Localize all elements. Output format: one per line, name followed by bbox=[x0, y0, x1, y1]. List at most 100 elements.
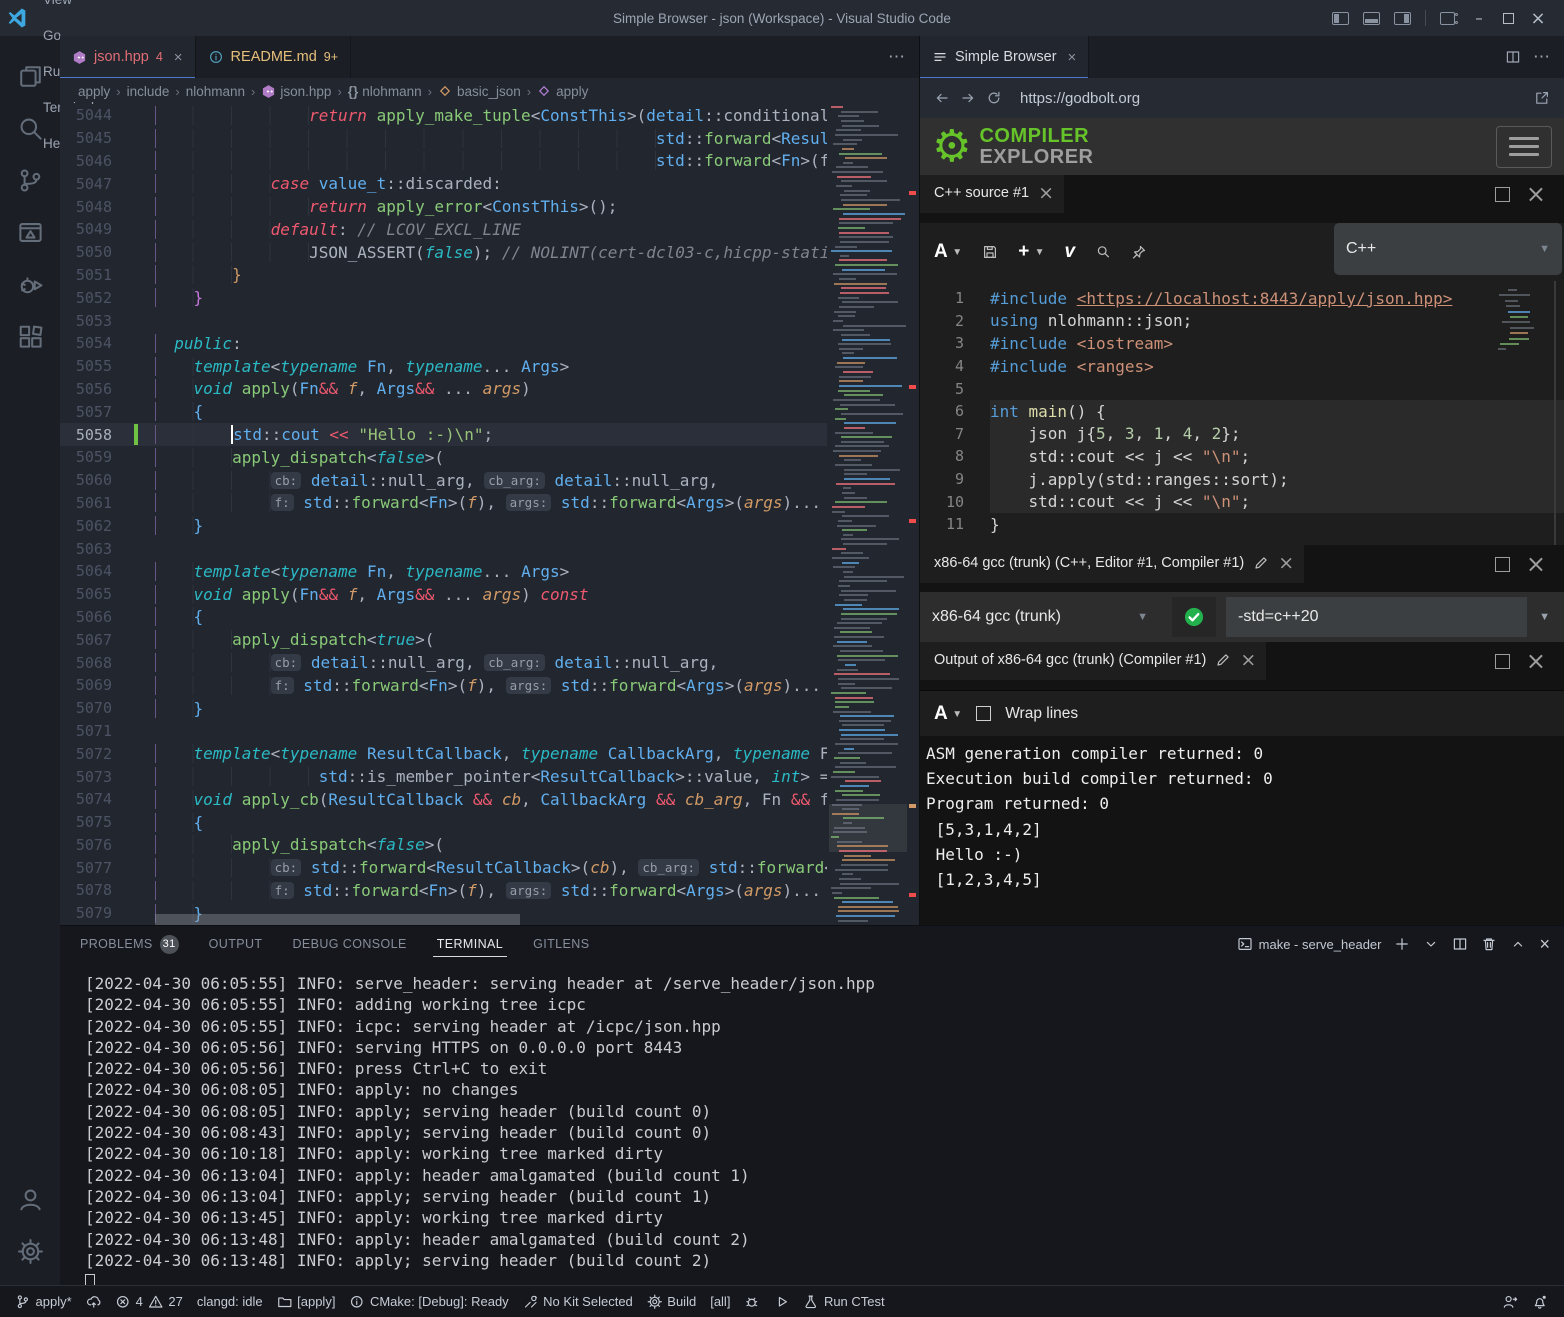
panel-tab-output[interactable]: OUTPUT bbox=[205, 926, 267, 962]
split-editor-icon[interactable] bbox=[1505, 49, 1521, 65]
cmake-folder-item[interactable]: [apply] bbox=[270, 1286, 343, 1317]
maximize-pane-icon[interactable] bbox=[1495, 187, 1510, 202]
cmake-kit-item[interactable]: No Kit Selected bbox=[516, 1286, 640, 1317]
reload-icon[interactable] bbox=[986, 90, 1002, 106]
more-actions-icon[interactable]: ⋯ bbox=[1533, 47, 1550, 67]
minimap[interactable] bbox=[829, 104, 907, 925]
settings-gear-icon[interactable] bbox=[6, 1225, 54, 1277]
extensions-icon[interactable] bbox=[6, 310, 54, 362]
breadcrumb-item[interactable]: include bbox=[127, 84, 170, 99]
notifications-item[interactable] bbox=[1525, 1294, 1555, 1310]
tab-json-hpp[interactable]: json.hpp 4 × bbox=[60, 36, 196, 78]
shortcut-icon[interactable] bbox=[1131, 244, 1147, 260]
terminal-cursor bbox=[85, 1274, 95, 1285]
close-pane-icon[interactable]: × bbox=[1526, 187, 1546, 202]
customize-layout-icon[interactable] bbox=[1440, 12, 1455, 25]
panel-tab-problems[interactable]: PROBLEMS31 bbox=[76, 926, 183, 962]
back-icon[interactable] bbox=[934, 90, 950, 106]
close-icon[interactable]: × bbox=[1240, 653, 1256, 668]
breadcrumb-item[interactable]: json.hpp bbox=[261, 84, 331, 99]
panel-tab-gitlens[interactable]: GITLENS bbox=[529, 926, 593, 962]
publish-changes-item[interactable] bbox=[79, 1286, 109, 1317]
cpp-file-icon bbox=[72, 50, 87, 65]
maximize-pane-icon[interactable] bbox=[1495, 557, 1510, 572]
debug-item[interactable] bbox=[737, 1286, 767, 1317]
cmake-icon[interactable] bbox=[6, 206, 54, 258]
maximize-pane-icon[interactable] bbox=[1495, 654, 1510, 669]
source-code-editor[interactable]: 1#include <https://localhost:8443/apply/… bbox=[920, 281, 1564, 545]
font-size-button[interactable]: A ▼ bbox=[934, 703, 962, 725]
git-branch-item[interactable]: apply* bbox=[8, 1286, 79, 1317]
account-icon[interactable] bbox=[6, 1173, 54, 1225]
output-tab[interactable]: Output of x86-64 gcc (trunk) (Compiler #… bbox=[920, 642, 1266, 680]
split-terminal-icon[interactable] bbox=[1452, 936, 1468, 952]
maximize-button[interactable] bbox=[1503, 13, 1514, 24]
close-icon[interactable]: × bbox=[1038, 186, 1054, 201]
code-line: 5062 } bbox=[60, 514, 827, 537]
source-tab[interactable]: C++ source #1 × bbox=[920, 175, 1064, 213]
breadcrumb-item[interactable]: basic_json bbox=[438, 84, 521, 99]
breadcrumb[interactable]: apply›include›nlohmann›json.hpp›{}nlohma… bbox=[60, 78, 919, 104]
cmake-build-item[interactable]: Build bbox=[640, 1286, 703, 1317]
close-icon[interactable]: × bbox=[1278, 556, 1294, 571]
horizontal-scrollbar[interactable] bbox=[155, 914, 520, 925]
close-tab-icon[interactable]: × bbox=[1068, 49, 1077, 66]
compiler-select[interactable]: x86-64 gcc (trunk)▼ bbox=[932, 608, 1162, 626]
new-terminal-icon[interactable] bbox=[1394, 936, 1410, 952]
tab-readme-md[interactable]: README.md 9+ bbox=[196, 36, 351, 78]
code-editor[interactable]: 5044 return apply_make_tuple<ConstThis>(… bbox=[60, 104, 919, 925]
url-input[interactable]: https://godbolt.org bbox=[1012, 90, 1524, 107]
more-actions-icon[interactable]: ⋯ bbox=[888, 47, 905, 67]
terminal-output[interactable]: [2022-04-30 06:05:55] INFO: serve_header… bbox=[60, 962, 1564, 1285]
kill-terminal-icon[interactable] bbox=[1481, 936, 1497, 952]
cmake-status-item[interactable]: CMake: [Debug]: Ready bbox=[342, 1286, 515, 1317]
code-line: 5058 std::cout << "Hello :-)\n"; bbox=[60, 423, 827, 446]
close-window-button[interactable]: × bbox=[1528, 8, 1548, 29]
source-scrollbar[interactable] bbox=[1554, 281, 1556, 545]
zoom-icon[interactable] bbox=[1095, 244, 1111, 260]
rename-icon[interactable] bbox=[1215, 652, 1231, 668]
wrap-lines-checkbox[interactable] bbox=[976, 706, 991, 721]
feedback-item[interactable] bbox=[1495, 1294, 1525, 1310]
ctest-item[interactable]: Run CTest bbox=[796, 1286, 891, 1317]
breadcrumb-item[interactable]: nlohmann bbox=[186, 84, 245, 99]
toggle-secondary-sidebar-icon[interactable] bbox=[1394, 12, 1411, 25]
toggle-sidebar-icon[interactable] bbox=[1332, 12, 1349, 25]
add-pane-button[interactable]: + ▼ bbox=[1018, 241, 1044, 263]
args-dropdown-icon[interactable]: ▼ bbox=[1537, 611, 1556, 623]
minimize-button[interactable]: – bbox=[1469, 9, 1489, 27]
close-tab-icon[interactable]: × bbox=[174, 49, 183, 66]
compiler-args-input[interactable]: -std=c++20 bbox=[1226, 597, 1527, 637]
menu-view[interactable]: View bbox=[34, 0, 108, 18]
save-icon[interactable] bbox=[982, 244, 998, 260]
compiler-tab[interactable]: x86-64 gcc (trunk) (C++, Editor #1, Comp… bbox=[920, 545, 1304, 583]
close-pane-icon[interactable]: × bbox=[1526, 557, 1546, 572]
panel-tab-terminal[interactable]: TERMINAL bbox=[433, 926, 507, 962]
code-line: 5051 } bbox=[60, 264, 827, 287]
open-external-icon[interactable] bbox=[1534, 90, 1550, 106]
compile-status bbox=[1172, 597, 1216, 637]
close-panel-icon[interactable]: × bbox=[1539, 934, 1550, 955]
terminal-line: [2022-04-30 06:13:45] INFO: apply: worki… bbox=[85, 1208, 1564, 1229]
tab-simple-browser[interactable]: Simple Browser × bbox=[920, 36, 1089, 78]
close-pane-icon[interactable]: × bbox=[1526, 654, 1546, 669]
terminal-dropdown-icon[interactable] bbox=[1423, 936, 1439, 952]
toggle-panel-icon[interactable] bbox=[1363, 12, 1380, 25]
maximize-panel-icon[interactable] bbox=[1510, 936, 1526, 952]
terminal-instance-label[interactable]: make - serve_header bbox=[1237, 936, 1382, 952]
forward-icon[interactable] bbox=[960, 90, 976, 106]
breadcrumb-item[interactable]: apply bbox=[537, 84, 588, 99]
launch-item[interactable] bbox=[767, 1286, 797, 1317]
language-select[interactable]: C++▼ bbox=[1334, 223, 1562, 275]
run-debug-icon[interactable] bbox=[6, 258, 54, 310]
font-size-button[interactable]: A ▼ bbox=[934, 241, 962, 263]
vim-toggle-icon[interactable]: v bbox=[1064, 241, 1075, 263]
clangd-status-item[interactable]: clangd: idle bbox=[190, 1286, 270, 1317]
method-symbol-icon bbox=[537, 84, 552, 99]
problems-item[interactable]: 4 27 bbox=[108, 1286, 190, 1317]
rename-icon[interactable] bbox=[1253, 555, 1269, 571]
hamburger-menu-icon[interactable] bbox=[1496, 126, 1552, 168]
build-target-item[interactable]: [all] bbox=[703, 1286, 737, 1317]
panel-tab-debug-console[interactable]: DEBUG CONSOLE bbox=[288, 926, 410, 962]
breadcrumb-item[interactable]: {}nlohmann bbox=[348, 84, 422, 99]
